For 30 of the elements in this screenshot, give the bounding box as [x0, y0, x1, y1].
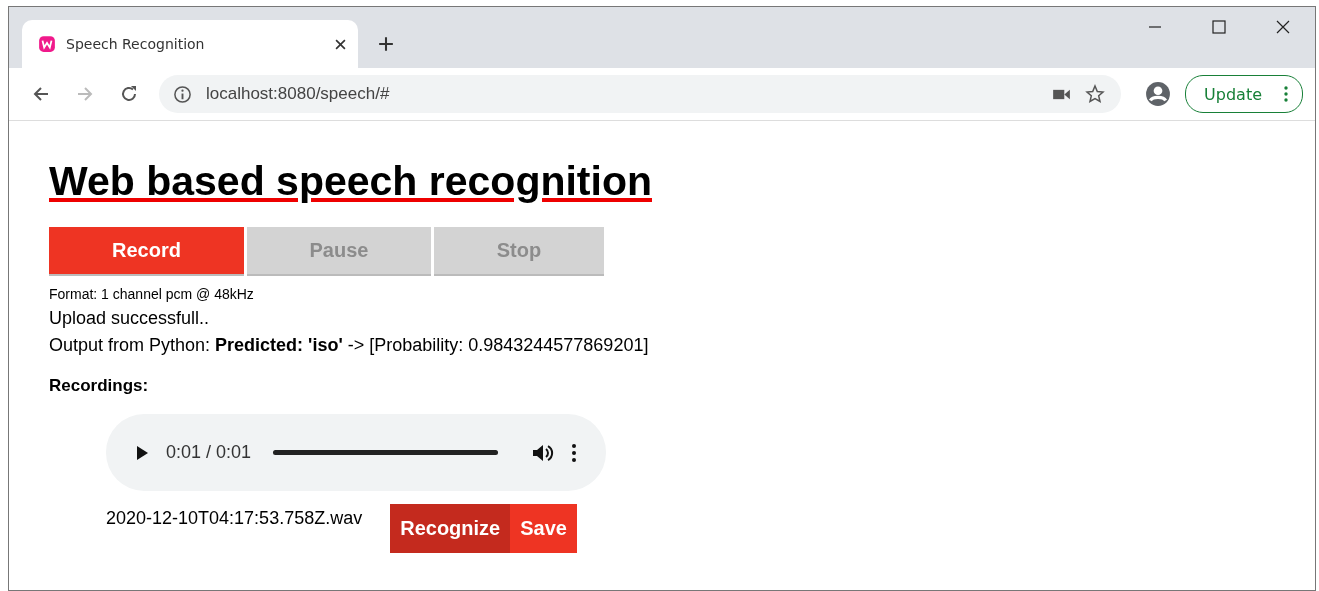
recorder-button[interactable]: Record [49, 227, 244, 276]
close-icon[interactable] [1276, 20, 1290, 34]
tab-title: Speech Recognition [66, 36, 206, 52]
output-text: Output from Python: Predicted: 'iso' -> [Probability: 0.9843244577869201] [49, 335, 650, 356]
action-button[interactable]: Save [510, 504, 577, 553]
new-tab-icon[interactable] [378, 36, 394, 52]
maximize-icon[interactable] [1212, 20, 1226, 34]
star-icon[interactable] [1085, 84, 1106, 104]
time-text: 0:01 / 0:01 [166, 442, 252, 463]
audio-player[interactable]: 0:01 / 0:01 [106, 414, 606, 491]
action-button[interactable]: Recognize [390, 504, 511, 553]
update-button[interactable]: Update [1185, 75, 1303, 113]
file-name: 2020-12-10T04:17:53.758Z.wav [106, 508, 363, 529]
address-bar[interactable]: localhost:8080/speech/# [159, 75, 1122, 113]
status-text: Upload successfull.. [49, 308, 211, 329]
more-vert-icon [1284, 86, 1288, 102]
close-tab-icon[interactable] [335, 38, 346, 50]
browser-tab[interactable]: Speech Recognition [22, 20, 358, 68]
camera-icon[interactable] [1052, 87, 1072, 101]
speaker-icon[interactable] [532, 442, 554, 463]
profile-icon[interactable] [1145, 81, 1172, 107]
format-text: Format: 1 channel pcm @ 48kHz [49, 286, 255, 302]
more-vert-icon[interactable] [572, 443, 576, 462]
play-icon[interactable] [136, 445, 148, 460]
url-text: localhost:8080/speech/# [206, 84, 390, 104]
info-icon [173, 84, 192, 104]
app-logo-icon [38, 35, 56, 53]
page-title: Web based speech recognition [49, 157, 653, 205]
reload-icon[interactable] [119, 84, 139, 104]
recordings-heading: Recordings: [49, 376, 150, 396]
